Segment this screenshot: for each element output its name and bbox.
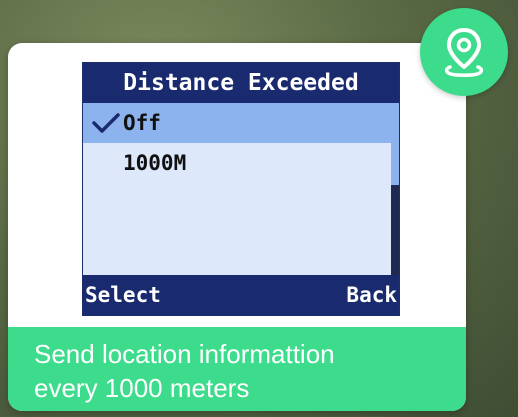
option-off[interactable]: Off xyxy=(83,103,391,143)
caption-line-2: every 1000 meters xyxy=(34,373,250,403)
softkey-bar: Select Back xyxy=(83,275,399,315)
option-list: Off 1000M xyxy=(83,103,391,183)
select-softkey[interactable]: Select xyxy=(85,283,161,307)
option-label: 1000M xyxy=(123,151,187,175)
feature-card: Distance Exceeded Off 1000M Select Back … xyxy=(8,43,466,411)
device-screen: Distance Exceeded Off 1000M Select Back xyxy=(82,62,400,316)
scrollbar-thumb[interactable] xyxy=(391,103,399,185)
caption-banner: Send location informattion every 1000 me… xyxy=(8,327,466,411)
screen-title: Distance Exceeded xyxy=(123,70,359,96)
location-pin-icon xyxy=(420,8,508,96)
option-label: Off xyxy=(123,111,161,135)
checkmark-icon xyxy=(83,112,123,134)
screen-title-bar: Distance Exceeded xyxy=(83,63,399,103)
option-1000m[interactable]: 1000M xyxy=(83,143,391,183)
caption-line-1: Send location informattion xyxy=(34,339,335,369)
scrollbar[interactable] xyxy=(391,103,399,275)
back-softkey[interactable]: Back xyxy=(346,283,397,307)
